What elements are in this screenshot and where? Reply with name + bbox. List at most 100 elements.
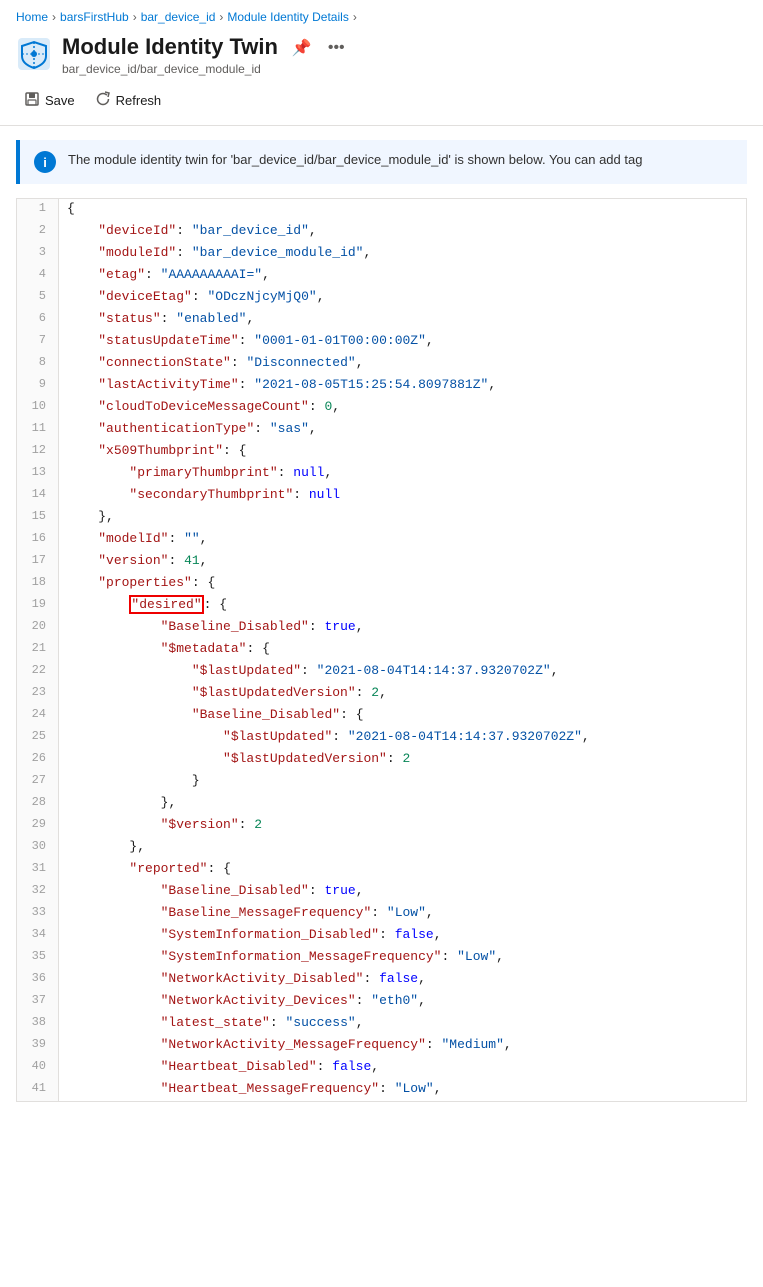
line-content: }, — [59, 837, 145, 859]
line-content: "secondaryThumbprint": null — [59, 485, 340, 507]
json-line-24: 24 "Baseline_Disabled": { — [17, 705, 746, 727]
json-line-5: 5 "deviceEtag": "ODczNjcyMjQ0", — [17, 287, 746, 309]
breadcrumb-home[interactable]: Home — [16, 10, 48, 24]
json-line-35: 35 "SystemInformation_MessageFrequency":… — [17, 947, 746, 969]
line-number: 16 — [17, 529, 59, 551]
json-line-2: 2 "deviceId": "bar_device_id", — [17, 221, 746, 243]
line-number: 12 — [17, 441, 59, 463]
line-number: 19 — [17, 595, 59, 617]
line-content: "NetworkActivity_Disabled": false, — [59, 969, 426, 991]
line-content: "etag": "AAAAAAAAAI=", — [59, 265, 270, 287]
breadcrumb-device[interactable]: bar_device_id — [141, 10, 216, 24]
line-content: "Heartbeat_Disabled": false, — [59, 1057, 379, 1079]
save-label: Save — [45, 93, 75, 108]
title-actions: 📌 ••• — [288, 36, 349, 60]
line-number: 24 — [17, 705, 59, 727]
more-options-button[interactable]: ••• — [324, 37, 349, 59]
line-content: "SystemInformation_Disabled": false, — [59, 925, 442, 947]
info-icon: i — [34, 151, 56, 173]
line-number: 6 — [17, 309, 59, 331]
json-line-8: 8 "connectionState": "Disconnected", — [17, 353, 746, 375]
line-content: "Baseline_Disabled": { — [59, 705, 364, 727]
line-content: "NetworkActivity_MessageFrequency": "Med… — [59, 1035, 512, 1057]
line-content: "Baseline_MessageFrequency": "Low", — [59, 903, 434, 925]
pin-button[interactable]: 📌 — [288, 36, 316, 60]
refresh-button[interactable]: Refresh — [87, 86, 170, 115]
json-line-14: 14 "secondaryThumbprint": null — [17, 485, 746, 507]
line-number: 20 — [17, 617, 59, 639]
json-editor[interactable]: 1{2 "deviceId": "bar_device_id",3 "modul… — [16, 198, 747, 1102]
line-number: 3 — [17, 243, 59, 265]
line-content: "status": "enabled", — [59, 309, 254, 331]
line-content: "desired": { — [59, 595, 227, 617]
ellipsis-icon: ••• — [328, 39, 345, 57]
line-content: "latest_state": "success", — [59, 1013, 364, 1035]
refresh-icon — [95, 91, 111, 110]
json-line-10: 10 "cloudToDeviceMessageCount": 0, — [17, 397, 746, 419]
json-line-38: 38 "latest_state": "success", — [17, 1013, 746, 1035]
json-line-25: 25 "$lastUpdated": "2021-08-04T14:14:37.… — [17, 727, 746, 749]
json-line-39: 39 "NetworkActivity_MessageFrequency": "… — [17, 1035, 746, 1057]
line-content: "$version": 2 — [59, 815, 262, 837]
line-number: 8 — [17, 353, 59, 375]
line-number: 34 — [17, 925, 59, 947]
line-number: 1 — [17, 199, 59, 221]
json-line-12: 12 "x509Thumbprint": { — [17, 441, 746, 463]
json-line-18: 18 "properties": { — [17, 573, 746, 595]
page-header: Module Identity Twin 📌 ••• bar_device_id… — [0, 30, 763, 76]
line-content: }, — [59, 507, 114, 529]
line-number: 11 — [17, 419, 59, 441]
json-line-34: 34 "SystemInformation_Disabled": false, — [17, 925, 746, 947]
json-line-3: 3 "moduleId": "bar_device_module_id", — [17, 243, 746, 265]
line-content: "x509Thumbprint": { — [59, 441, 246, 463]
page-header-content: Module Identity Twin 📌 ••• bar_device_id… — [62, 34, 747, 76]
line-content: "reported": { — [59, 859, 231, 881]
json-line-41: 41 "Heartbeat_MessageFrequency": "Low", — [17, 1079, 746, 1101]
line-content: }, — [59, 793, 176, 815]
json-line-11: 11 "authenticationType": "sas", — [17, 419, 746, 441]
json-line-28: 28 }, — [17, 793, 746, 815]
line-number: 26 — [17, 749, 59, 771]
line-content: "cloudToDeviceMessageCount": 0, — [59, 397, 340, 419]
line-content: "version": 41, — [59, 551, 207, 573]
line-number: 37 — [17, 991, 59, 1013]
line-number: 18 — [17, 573, 59, 595]
breadcrumb-module-identity[interactable]: Module Identity Details — [227, 10, 348, 24]
save-button[interactable]: Save — [16, 86, 83, 115]
line-number: 31 — [17, 859, 59, 881]
line-content: "deviceId": "bar_device_id", — [59, 221, 317, 243]
line-content: { — [59, 199, 75, 221]
json-line-27: 27 } — [17, 771, 746, 793]
json-line-7: 7 "statusUpdateTime": "0001-01-01T00:00:… — [17, 331, 746, 353]
line-number: 28 — [17, 793, 59, 815]
line-content: "primaryThumbprint": null, — [59, 463, 332, 485]
breadcrumb: Home › barsFirstHub › bar_device_id › Mo… — [0, 0, 763, 30]
line-content: "Baseline_Disabled": true, — [59, 617, 364, 639]
line-number: 36 — [17, 969, 59, 991]
line-number: 5 — [17, 287, 59, 309]
json-line-31: 31 "reported": { — [17, 859, 746, 881]
line-number: 38 — [17, 1013, 59, 1035]
json-line-22: 22 "$lastUpdated": "2021-08-04T14:14:37.… — [17, 661, 746, 683]
line-number: 21 — [17, 639, 59, 661]
json-line-36: 36 "NetworkActivity_Disabled": false, — [17, 969, 746, 991]
line-content: "$metadata": { — [59, 639, 270, 661]
line-number: 4 — [17, 265, 59, 287]
json-line-40: 40 "Heartbeat_Disabled": false, — [17, 1057, 746, 1079]
json-line-30: 30 }, — [17, 837, 746, 859]
info-banner: i The module identity twin for 'bar_devi… — [16, 140, 747, 184]
json-line-32: 32 "Baseline_Disabled": true, — [17, 881, 746, 903]
line-content: "lastActivityTime": "2021-08-05T15:25:54… — [59, 375, 496, 397]
module-twin-icon — [16, 36, 52, 72]
line-content: "$lastUpdated": "2021-08-04T14:14:37.932… — [59, 727, 590, 749]
json-line-6: 6 "status": "enabled", — [17, 309, 746, 331]
line-number: 40 — [17, 1057, 59, 1079]
line-number: 13 — [17, 463, 59, 485]
line-content: "Baseline_Disabled": true, — [59, 881, 364, 903]
breadcrumb-hub[interactable]: barsFirstHub — [60, 10, 129, 24]
line-content: "$lastUpdated": "2021-08-04T14:14:37.932… — [59, 661, 559, 683]
line-content: "authenticationType": "sas", — [59, 419, 317, 441]
line-number: 9 — [17, 375, 59, 397]
line-number: 25 — [17, 727, 59, 749]
refresh-label: Refresh — [116, 93, 162, 108]
